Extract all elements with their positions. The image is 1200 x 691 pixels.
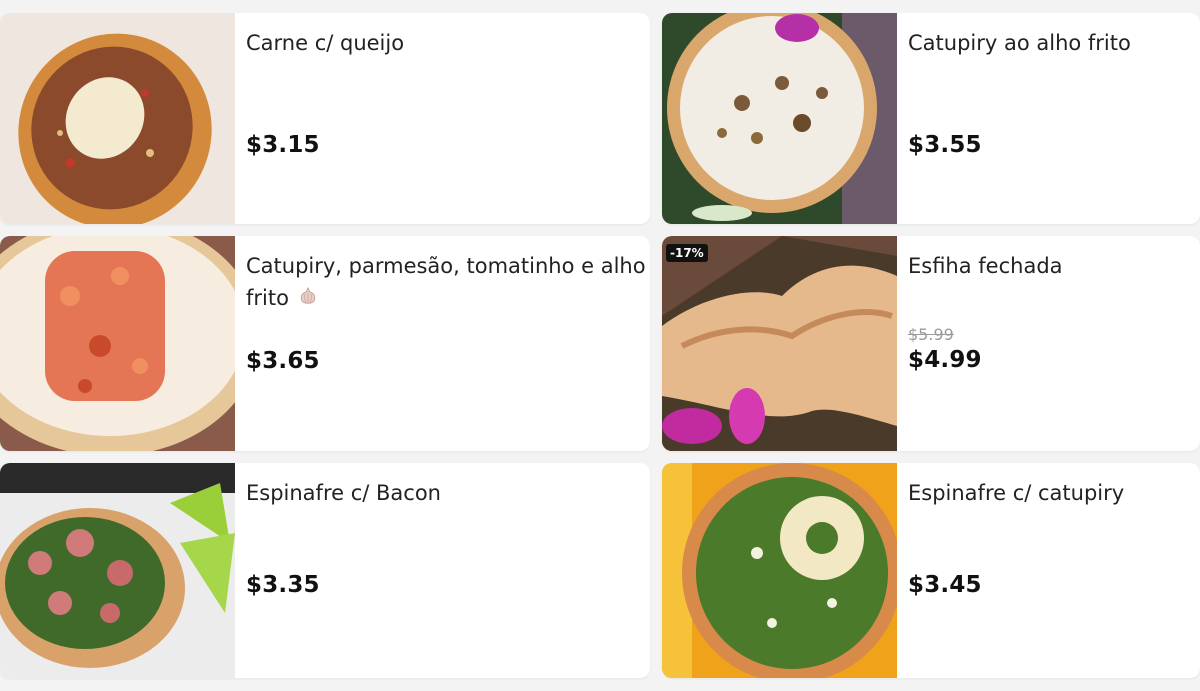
item-image: [0, 236, 235, 451]
menu-item-card[interactable]: Espinafre c/ catupiry $3.45: [662, 463, 1200, 678]
item-name: Carne c/ queijo: [246, 31, 405, 55]
item-name: Catupiry ao alho frito: [908, 31, 1131, 55]
item-image: [662, 463, 897, 678]
item-old-price: $5.99: [908, 325, 954, 344]
item-price: $3.65: [246, 348, 320, 374]
item-name: Catupiry, parmesão, tomatinho e alho fri…: [246, 250, 646, 315]
item-price: $3.35: [246, 572, 320, 598]
item-image: [0, 13, 235, 224]
item-price: $3.55: [908, 132, 982, 158]
menu-item-card[interactable]: Espinafre c/ Bacon $3.35: [0, 463, 650, 678]
menu-item-card[interactable]: Catupiry, parmesão, tomatinho e alho fri…: [0, 236, 650, 451]
discount-badge: -17%: [666, 244, 708, 262]
item-price: $4.99: [908, 347, 982, 373]
item-name: Espinafre c/ Bacon: [246, 481, 441, 505]
item-image: [0, 463, 235, 678]
garlic-icon: [298, 283, 318, 315]
item-name: Esfiha fechada: [908, 254, 1063, 278]
menu-item-card[interactable]: -17% Esfiha fechada $5.99 $4.99: [662, 236, 1200, 451]
item-price: $3.45: [908, 572, 982, 598]
item-image: -17%: [662, 236, 897, 451]
menu-item-card[interactable]: Catupiry ao alho frito $3.55: [662, 13, 1200, 224]
menu-item-card[interactable]: Carne c/ queijo $3.15: [0, 13, 650, 224]
item-name: Espinafre c/ catupiry: [908, 481, 1125, 505]
item-image: [662, 13, 897, 224]
item-price: $3.15: [246, 132, 320, 158]
